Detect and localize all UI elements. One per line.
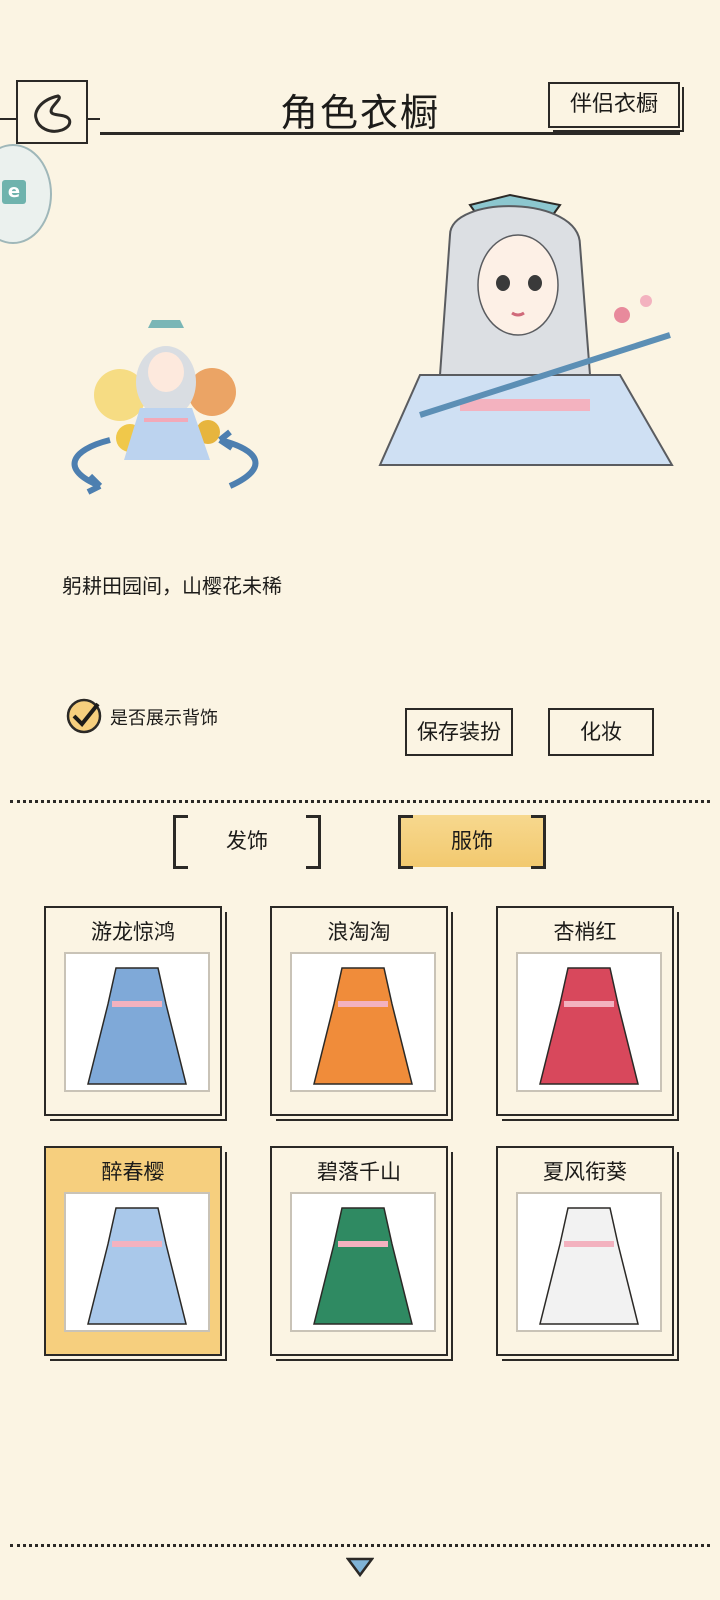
makeup-button[interactable]: 化妆 [548, 708, 654, 756]
outfit-name: 夏风衔葵 [543, 1160, 627, 1184]
show-back-accessory-label: 是否展示背饰 [110, 708, 218, 729]
tab-clothing[interactable]: 服饰 [398, 815, 546, 869]
portrait-flower [614, 307, 630, 323]
outfit-card[interactable]: 杏梢红 [496, 906, 679, 1121]
tab-hair-accessories[interactable]: 发饰 [173, 815, 321, 869]
section-divider [10, 800, 710, 803]
back-arrow-icon [34, 94, 72, 133]
scroll-down-arrow-icon[interactable] [346, 1556, 374, 1578]
outfit-dress-icon [539, 1207, 639, 1325]
outfit-name: 杏梢红 [553, 920, 617, 944]
save-outfit-button[interactable]: 保存装扮 [405, 708, 513, 756]
outfit-dress-icon [313, 967, 413, 1085]
outfit-dress-icon [87, 967, 187, 1085]
tab-label: 发饰 [226, 829, 268, 853]
chibi-face [148, 352, 184, 392]
outfit-name: 醉春樱 [101, 1160, 165, 1184]
outfit-dress-icon [313, 1207, 413, 1325]
portrait-eye-left [496, 275, 510, 291]
outfit-card[interactable]: 浪淘淘 [270, 906, 453, 1121]
chibi-hairpiece [148, 320, 184, 328]
tab-bracket-right [531, 815, 546, 869]
outfit-image [290, 952, 436, 1092]
outfit-name: 浪淘淘 [327, 920, 391, 944]
outfit-dress-icon [539, 967, 639, 1085]
portrait-robe [378, 374, 674, 466]
outfit-name: 游龙惊鸿 [91, 920, 175, 944]
outfit-card[interactable]: 游龙惊鸿 [44, 906, 227, 1121]
tab-label: 服饰 [451, 829, 493, 853]
tab-bracket-right [306, 815, 321, 869]
partner-wardrobe-button[interactable]: 伴侣衣橱 [548, 82, 684, 132]
tab-bracket-left [173, 815, 188, 869]
outfit-card[interactable]: 夏风衔葵 [496, 1146, 679, 1361]
portrait-eye-right [528, 275, 542, 291]
character-portrait [378, 193, 674, 466]
outfit-image [64, 952, 210, 1092]
side-event-badge[interactable]: e [0, 144, 52, 244]
outfit-name: 碧落千山 [317, 1160, 401, 1184]
back-button[interactable] [16, 80, 88, 144]
show-back-accessory-checkbox[interactable] [66, 698, 102, 734]
outfit-card[interactable]: 醉春樱 [44, 1146, 227, 1361]
portrait-face [477, 234, 559, 336]
page-title: 角色衣橱 [279, 91, 440, 135]
chibi-dress [124, 408, 210, 460]
outfit-image [516, 1192, 662, 1332]
outfit-card[interactable]: 碧落千山 [270, 1146, 453, 1361]
bottom-divider [10, 1544, 710, 1547]
portrait-flower [640, 295, 652, 307]
outfit-dress-icon [87, 1207, 187, 1325]
outfit-image [64, 1192, 210, 1332]
outfit-image [290, 1192, 436, 1332]
event-icon: e [2, 180, 26, 204]
tab-bracket-left [398, 815, 413, 869]
chibi-character-preview[interactable] [60, 300, 270, 510]
outfit-quote: 躬耕田园间，山樱花未稀 [62, 574, 282, 598]
outfit-image [516, 952, 662, 1092]
